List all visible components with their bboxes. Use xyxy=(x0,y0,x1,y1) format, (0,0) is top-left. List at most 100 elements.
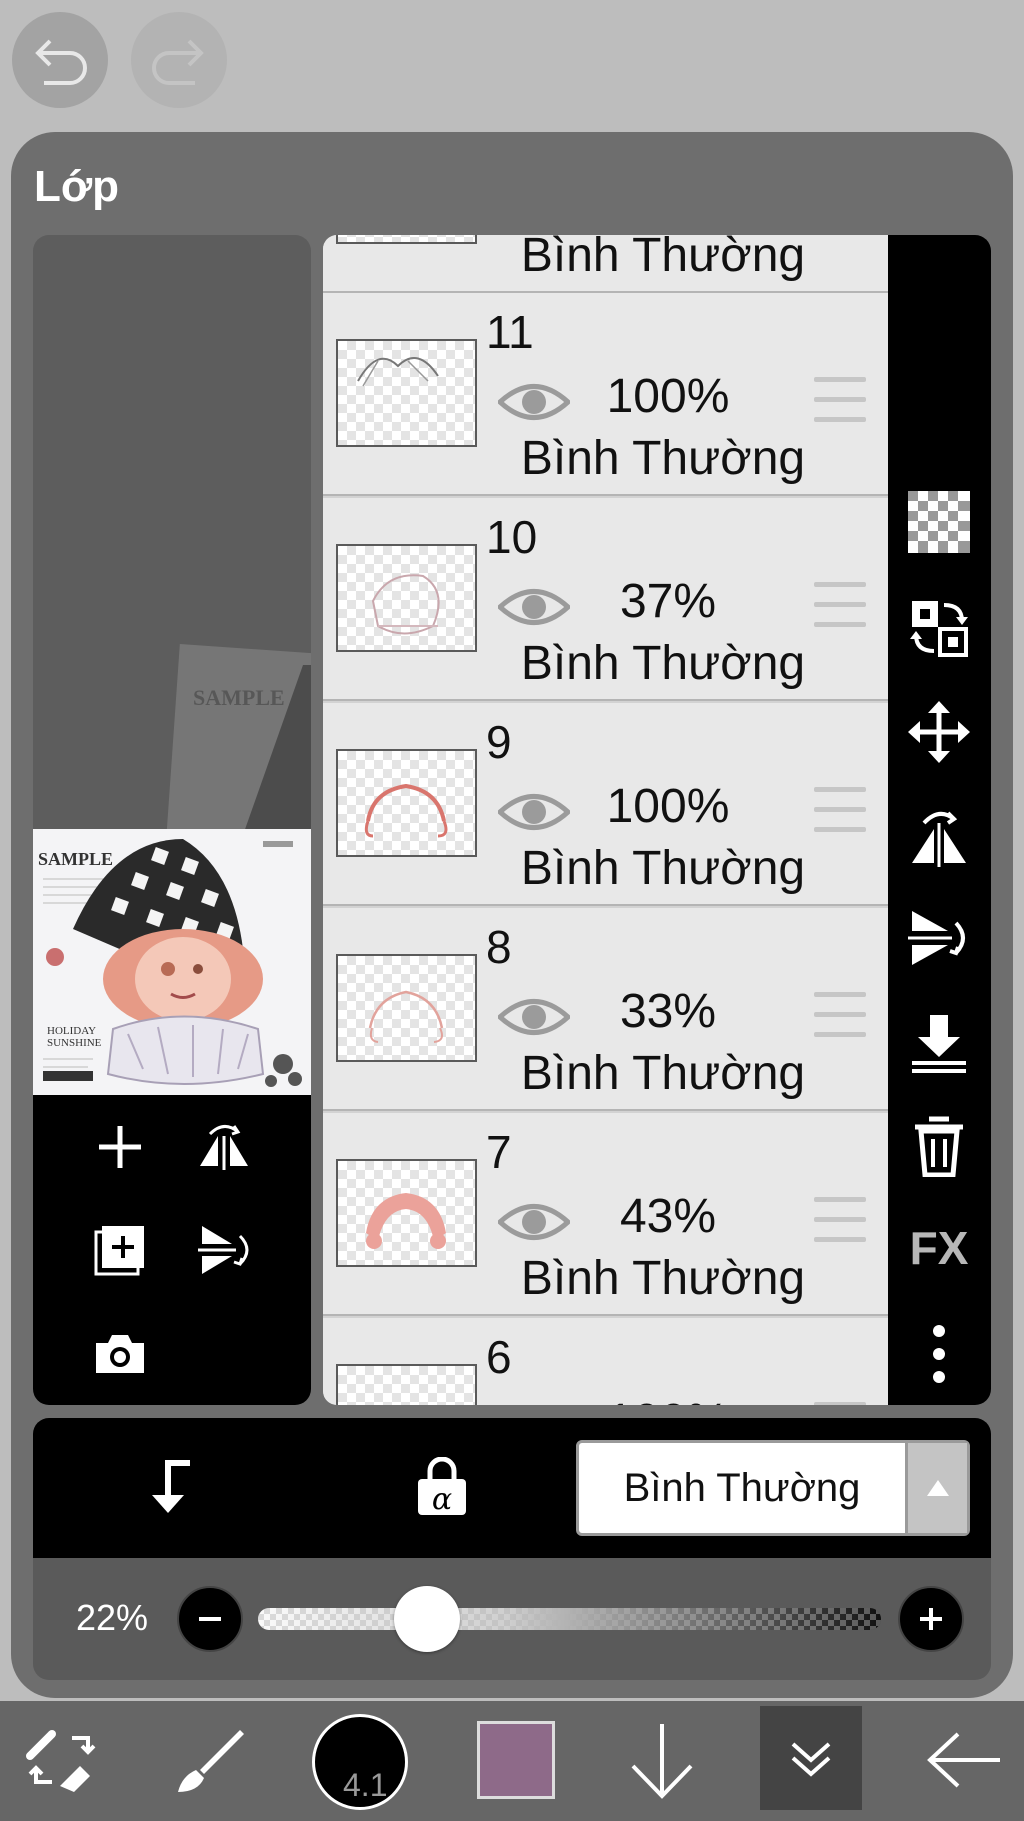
transparent-fill-button[interactable] xyxy=(907,490,971,554)
clipping-button[interactable] xyxy=(138,1455,202,1519)
more-vertical-icon xyxy=(933,1325,945,1383)
blend-mode-select[interactable]: Bình Thường xyxy=(576,1440,970,1536)
delete-layer-button[interactable] xyxy=(907,1114,971,1178)
layer-thumbnail xyxy=(336,339,477,447)
layer-opacity: 100% xyxy=(606,370,730,423)
flip-layer-horizontal-button[interactable] xyxy=(907,804,971,868)
layer-name: 6 xyxy=(486,1331,512,1383)
flip-layer-vertical-button[interactable] xyxy=(907,906,971,970)
flip-vertical-icon xyxy=(198,1226,249,1274)
layer-name: 10 xyxy=(486,511,538,563)
opacity-slider-knob[interactable] xyxy=(394,1586,461,1652)
arrow-down-icon xyxy=(631,1724,693,1799)
eye-icon[interactable] xyxy=(498,789,570,835)
alpha-lock-button[interactable]: α xyxy=(410,1455,474,1519)
layer-thumbnail xyxy=(336,544,477,652)
eye-icon[interactable] xyxy=(498,1199,570,1245)
flip-vertical-icon xyxy=(908,911,965,965)
back-button[interactable] xyxy=(914,1710,1014,1810)
layer-row-6[interactable]: 6 100% xyxy=(323,1318,888,1405)
layer-opacity: 100% xyxy=(606,780,730,833)
layer-row-7[interactable]: 7 43% Bình Thường xyxy=(323,1113,888,1316)
eye-icon[interactable] xyxy=(498,379,570,425)
brush-size-value: 4.1 xyxy=(343,1767,388,1803)
merge-down-button[interactable] xyxy=(907,1010,971,1074)
flip-horizontal-button[interactable] xyxy=(192,1115,256,1179)
add-layer-button[interactable] xyxy=(88,1115,152,1179)
add-layer-copy-button[interactable] xyxy=(88,1218,152,1282)
opacity-increase-button[interactable] xyxy=(898,1586,964,1652)
trash-icon xyxy=(915,1116,963,1177)
drag-handle-icon[interactable] xyxy=(814,582,866,628)
triangle-up-icon xyxy=(905,1443,967,1533)
opacity-slider-track[interactable] xyxy=(258,1608,881,1630)
layer-down-button[interactable] xyxy=(612,1710,712,1810)
layer-tools xyxy=(33,1095,311,1405)
drag-handle-icon[interactable] xyxy=(814,1402,866,1405)
eye-icon[interactable] xyxy=(498,1404,570,1405)
minus-icon xyxy=(199,1617,221,1621)
eye-icon[interactable] xyxy=(498,994,570,1040)
layer-name: 7 xyxy=(486,1126,512,1178)
undo-button[interactable] xyxy=(12,12,108,108)
duplicate-layer-icon xyxy=(94,1226,144,1276)
canvas-thumbnail[interactable]: SAMPLE HOLIDAY SUNSHINE xyxy=(33,829,311,1095)
fx-button[interactable]: FX xyxy=(901,1216,977,1280)
layer-blend-mode: Bình Thường xyxy=(520,432,806,485)
brush-eraser-swap-icon xyxy=(26,1730,96,1792)
move-button[interactable] xyxy=(907,700,971,764)
collapse-panel-button[interactable] xyxy=(760,1706,862,1810)
layer-blend-mode: Bình Thường xyxy=(520,235,806,282)
merge-down-icon xyxy=(912,1015,966,1073)
alpha-lock-icon: α xyxy=(418,1457,466,1517)
opacity-decrease-button[interactable] xyxy=(177,1586,243,1652)
drag-handle-icon[interactable] xyxy=(814,1197,866,1243)
opacity-value: 22% xyxy=(76,1597,149,1638)
layer-row-9[interactable]: 9 100% Bình Thường xyxy=(323,703,888,906)
checkerboard-icon xyxy=(908,491,970,553)
undo-icon xyxy=(35,39,87,85)
layer-blend-mode: Bình Thường xyxy=(520,1252,806,1305)
layer-name: 11 xyxy=(486,306,534,358)
checkered-hat-shadow xyxy=(244,665,311,831)
layer-name: 8 xyxy=(486,921,512,973)
layer-name: 9 xyxy=(486,716,512,768)
brush-tool-button[interactable] xyxy=(160,1710,260,1810)
layer-blend-mode: Bình Thường xyxy=(520,1047,806,1100)
camera-icon xyxy=(96,1335,144,1373)
layer-opacity: 43% xyxy=(619,1190,717,1243)
layer-list[interactable]: Bình Thường 11 100% Bình Thường 10 37% B… xyxy=(323,235,888,1405)
layer-row-11[interactable]: 11 100% Bình Thường xyxy=(323,293,888,496)
canvas-preview-area: SAMPLE xyxy=(33,235,311,831)
layer-row-8[interactable]: 8 33% Bình Thường xyxy=(323,908,888,1111)
tool-switch-button[interactable] xyxy=(12,1710,112,1810)
svg-text:α: α xyxy=(432,1482,452,1517)
brush-size-button[interactable]: 4.1 xyxy=(310,1712,410,1812)
swap-layer-button[interactable] xyxy=(907,596,971,660)
flip-vertical-button[interactable] xyxy=(192,1218,256,1282)
layer-thumbnail xyxy=(336,1364,477,1405)
layer-row[interactable]: Bình Thường xyxy=(323,235,888,293)
color-swatch-button[interactable] xyxy=(466,1710,566,1810)
redo-button[interactable] xyxy=(131,12,227,108)
layer-opacity: 37% xyxy=(619,575,717,628)
more-options-button[interactable] xyxy=(907,1322,971,1386)
drag-handle-icon[interactable] xyxy=(814,787,866,833)
layer-thumbnail xyxy=(336,235,477,244)
drag-handle-icon[interactable] xyxy=(814,377,866,423)
arrow-left-icon xyxy=(927,1732,1000,1788)
current-color-swatch xyxy=(477,1721,555,1799)
layer-opacity: 100% xyxy=(578,1394,758,1405)
layer-opacity: 33% xyxy=(619,985,717,1038)
flip-horizontal-icon xyxy=(200,1125,248,1170)
eye-icon[interactable] xyxy=(498,584,570,630)
layer-thumbnail xyxy=(336,1159,477,1267)
double-chevron-down-icon xyxy=(791,1742,831,1777)
layer-row-10[interactable]: 10 37% Bình Thường xyxy=(323,498,888,701)
camera-button[interactable] xyxy=(88,1322,152,1386)
panel-title: Lớp xyxy=(34,162,120,211)
drag-handle-icon[interactable] xyxy=(814,992,866,1038)
layer-blend-mode: Bình Thường xyxy=(520,842,806,895)
layer-thumbnail xyxy=(336,954,477,1062)
thumbnail-artwork xyxy=(43,839,302,1087)
